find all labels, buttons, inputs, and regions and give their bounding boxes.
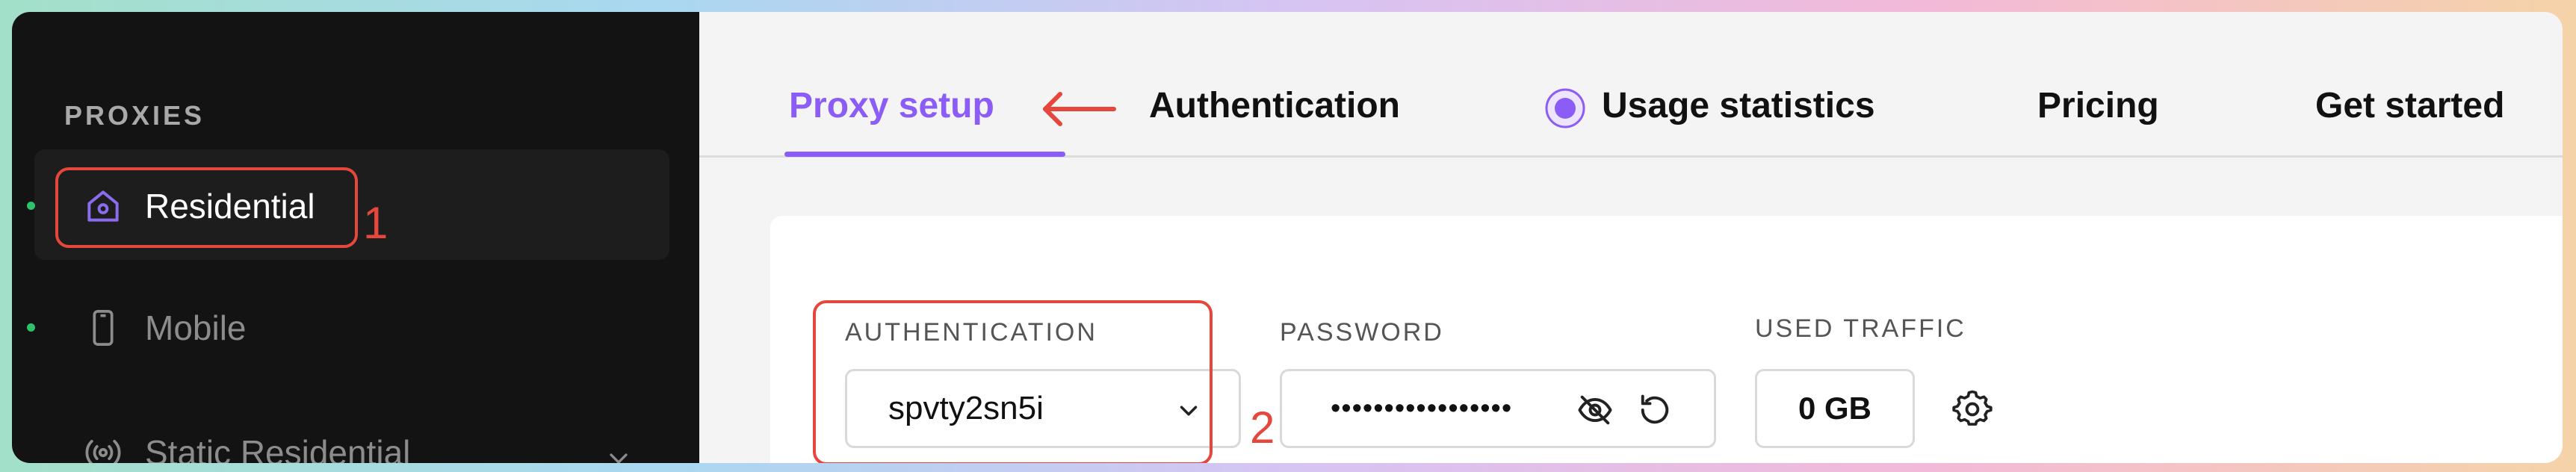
- phone-icon: [81, 305, 126, 350]
- password-label: PASSWORD: [1280, 318, 1444, 347]
- highlight-box-residential: [55, 167, 358, 248]
- sidebar-item-static-residential[interactable]: Static Residential: [81, 430, 410, 463]
- sidebar-section-title: PROXIES: [64, 100, 205, 131]
- gradient-frame: PROXIES Residential Mobile Static Reside…: [0, 0, 2576, 472]
- sidebar-item-label: Static Residential: [145, 433, 411, 463]
- settings-card: AUTHENTICATION spvty2sn5i PASSWORD •••••…: [770, 216, 2563, 463]
- chevron-down-icon[interactable]: [604, 444, 634, 463]
- tab-get-started[interactable]: Get started: [2315, 85, 2504, 126]
- used-traffic-value: 0 GB: [1798, 391, 1872, 426]
- refresh-icon[interactable]: [1635, 391, 1674, 437]
- used-traffic-label: USED TRAFFIC: [1755, 314, 1966, 343]
- annotation-number-2: 2: [1250, 403, 1275, 453]
- used-traffic-value-box: 0 GB: [1755, 369, 1915, 448]
- password-value: •••••••••••••••••: [1331, 392, 1513, 424]
- sidebar-item-label: Mobile: [145, 308, 247, 347]
- main-content: Proxy setup Authentication Usage statist…: [699, 12, 2563, 463]
- status-dot: [27, 202, 35, 210]
- sidebar: PROXIES Residential Mobile Static Reside…: [12, 12, 699, 463]
- broadcast-icon: [81, 430, 126, 463]
- highlight-box-authentication: [813, 300, 1213, 463]
- annotation-number-1: 1: [363, 198, 388, 248]
- sidebar-item-mobile[interactable]: Mobile: [81, 305, 247, 350]
- tab-authentication[interactable]: Authentication: [1149, 85, 1400, 126]
- arrow-left-icon: [1039, 90, 1118, 132]
- tab-proxy-setup[interactable]: Proxy setup: [789, 85, 994, 126]
- password-field[interactable]: •••••••••••••••••: [1280, 369, 1716, 448]
- tab-active-indicator: [784, 152, 1065, 157]
- status-dot: [27, 323, 35, 332]
- radio-icon[interactable]: [1544, 87, 1587, 134]
- eye-off-icon[interactable]: [1576, 391, 1614, 437]
- gear-icon[interactable]: [1952, 389, 1993, 433]
- tab-pricing[interactable]: Pricing: [2037, 85, 2159, 126]
- tab-usage-statistics[interactable]: Usage statistics: [1602, 85, 1875, 126]
- app-window: PROXIES Residential Mobile Static Reside…: [12, 12, 2563, 463]
